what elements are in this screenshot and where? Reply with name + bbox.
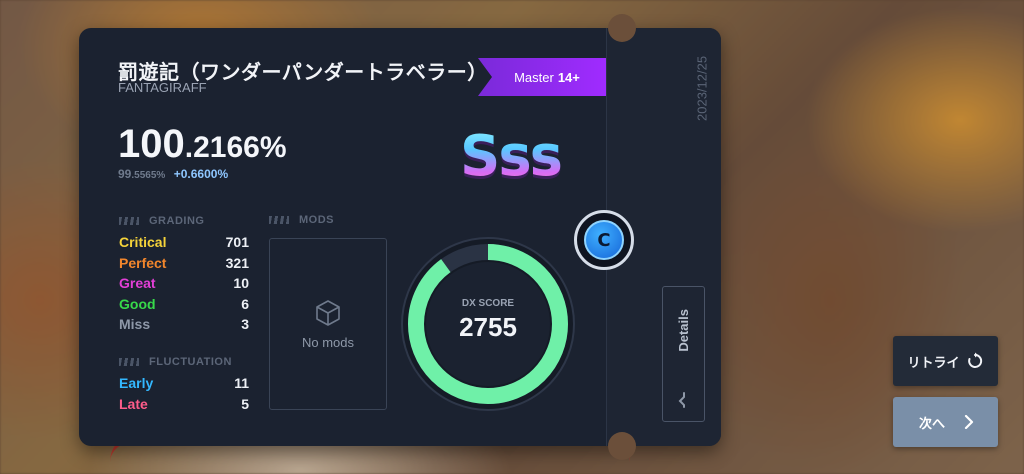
accuracy-decimal: .2166%	[184, 131, 287, 164]
details-label: Details	[676, 309, 691, 352]
clear-badge-letter: C	[584, 220, 624, 260]
accuracy-score: 100.2166%	[118, 122, 287, 167]
difficulty-level: 14+	[557, 69, 580, 85]
previous-best: 99.5565%	[118, 167, 165, 181]
retry-label: リトライ	[907, 355, 960, 371]
stat-row-early: Early 11	[119, 375, 249, 393]
stat-label: Early	[119, 375, 154, 391]
clear-badge: C	[574, 210, 634, 270]
wave-icon	[677, 392, 691, 411]
stat-value: 11	[234, 375, 249, 391]
stat-label: Great	[119, 275, 156, 291]
cube-icon	[316, 299, 340, 326]
stat-value: 321	[225, 254, 249, 271]
mods-header-label: MODS	[299, 214, 334, 226]
stat-row-great: Great 10	[119, 275, 249, 293]
stat-row-critical: Critical 701	[119, 234, 249, 252]
score-improvement: +0.6600%	[173, 167, 229, 181]
score-comparison: 99.5565% +0.6600%	[118, 165, 228, 183]
stripes-icon	[119, 358, 139, 366]
stat-value: 10	[233, 275, 249, 291]
mods-header: MODS	[269, 214, 334, 226]
stripes-icon	[269, 216, 289, 224]
stat-label: Perfect	[119, 254, 167, 271]
rank-grade: Sss	[460, 126, 580, 192]
song-artist: FANTAGIRAFF	[118, 80, 207, 95]
dx-score-value: 2755	[459, 312, 517, 342]
ticket-notch-top	[608, 14, 636, 42]
play-date: 2023/12/25	[694, 55, 710, 121]
stat-value: 6	[241, 295, 249, 312]
stat-label: Critical	[119, 234, 167, 250]
stat-row-good: Good 6	[119, 296, 249, 314]
fluctuation-header: FLUCTUATION	[119, 356, 232, 368]
stat-row-perfect: Perfect 321	[119, 255, 249, 273]
previous-best-integer: 99	[118, 167, 132, 181]
mods-panel: No mods	[269, 238, 387, 410]
grading-header-label: GRADING	[149, 215, 205, 227]
difficulty-banner: Master 14+	[478, 58, 606, 96]
previous-best-decimal: .5565%	[131, 170, 166, 181]
stat-value: 701	[225, 234, 249, 250]
stat-row-late: Late 5	[119, 396, 249, 414]
stat-label: Miss	[119, 316, 151, 332]
stat-value: 5	[241, 395, 249, 412]
fluctuation-header-label: FLUCTUATION	[149, 356, 232, 368]
ticket-notch-bottom	[608, 432, 636, 460]
chevron-right-icon	[964, 415, 974, 429]
stripes-icon	[119, 217, 139, 225]
no-mods-text: No mods	[301, 334, 355, 350]
grading-header: GRADING	[119, 215, 204, 227]
next-label: 次へ	[919, 416, 946, 432]
difficulty-name: Master	[514, 69, 554, 85]
accuracy-integer: 100	[118, 122, 185, 166]
dx-score-label: DX SCORE	[461, 298, 515, 309]
retry-button[interactable]: リトライ	[893, 336, 998, 386]
next-button[interactable]: 次へ	[893, 397, 998, 447]
stat-value: 3	[241, 316, 249, 332]
retry-icon	[967, 352, 982, 368]
stat-label: Late	[119, 395, 148, 412]
stat-label: Good	[119, 295, 156, 312]
details-button[interactable]: Details	[662, 286, 705, 422]
stat-row-miss: Miss 3	[119, 316, 249, 334]
